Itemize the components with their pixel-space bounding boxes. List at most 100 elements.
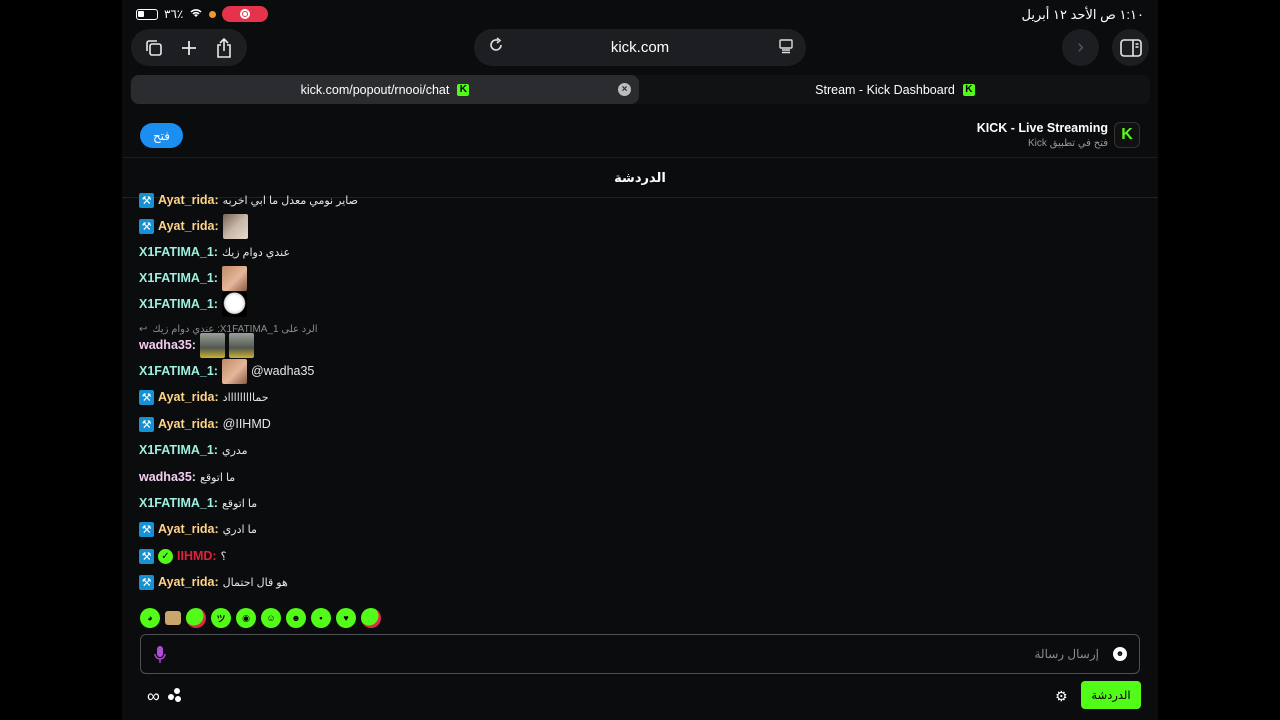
username[interactable]: wadha35: — [139, 338, 196, 352]
chat-emote — [221, 291, 247, 317]
username[interactable]: Ayat_rida: — [158, 390, 219, 404]
reader-view-icon[interactable] — [778, 38, 794, 54]
reply-indicator: الرد على X1FATIMA_1: عندي دوام زيك ↩ — [139, 324, 318, 335]
status-bar: ٣٦٪ ١:١٠ ص الأحد ١٢ أبريل — [0, 0, 1280, 28]
sidebar-icon — [1119, 38, 1142, 57]
tabs-overview-button[interactable] — [139, 33, 169, 63]
mention-text[interactable]: @IIHMD — [223, 417, 271, 431]
username[interactable]: Ayat_rida: — [158, 575, 219, 589]
settings-gear-icon[interactable]: ⚙ — [1055, 688, 1068, 705]
username[interactable]: X1FATIMA_1: — [139, 271, 218, 285]
username[interactable]: X1FATIMA_1: — [139, 297, 218, 311]
reply-arrow-icon: ↩ — [139, 324, 148, 335]
send-chat-button[interactable]: الدردشة — [1081, 681, 1141, 709]
message-text: ما اتوقع — [221, 497, 258, 510]
chat-message: ⚒ Ayat_rida: @IIHMD — [139, 412, 271, 436]
emote-icon[interactable]: ◉ — [236, 608, 256, 628]
toolbar-left-group — [131, 29, 247, 66]
chat-emote — [199, 332, 225, 358]
emote-icon[interactable]: ♥ — [336, 608, 356, 628]
moderator-badge-icon: ⚒ — [139, 416, 154, 432]
screen-recording-icon[interactable] — [222, 6, 269, 22]
chat-message: ⚒ ✓ IIHMD: ؟ — [139, 544, 226, 568]
reply-text: الرد على X1FATIMA_1: عندي دوام زيك — [152, 324, 318, 335]
kick-app-icon: K — [1114, 122, 1140, 148]
chat-emote — [228, 332, 254, 358]
url-text: kick.com — [610, 39, 670, 56]
address-bar[interactable]: kick.com — [474, 29, 806, 66]
username[interactable]: Ayat_rida: — [158, 417, 219, 431]
message-input[interactable] — [186, 643, 1099, 665]
emote-icon[interactable] — [186, 608, 206, 628]
moderator-badge-icon: ⚒ — [139, 218, 154, 234]
open-in-app-button[interactable]: فتح — [140, 123, 183, 148]
emote-icon[interactable] — [361, 608, 381, 628]
emote-icon[interactable]: ☺ — [261, 608, 281, 628]
close-tab-icon[interactable]: × — [618, 83, 631, 96]
message-text: هو قال احتمال — [222, 576, 288, 589]
message-text: مدري — [221, 444, 248, 457]
username[interactable]: Ayat_rida: — [158, 193, 219, 207]
infinity-icon[interactable]: ∞ — [147, 686, 160, 707]
quick-emote-bar: ◕ ツ ◉ ☺ ☻ • ♥ — [140, 607, 381, 629]
kick-favicon-icon: K — [962, 83, 975, 96]
username[interactable]: X1FATIMA_1: — [139, 245, 218, 259]
chat-message: ⚒ Ayat_rida: حماااااااااد — [139, 385, 269, 409]
chat-emote — [221, 358, 247, 384]
chat-messages[interactable]: ⚒ Ayat_rida: صاير نومي معدل ما ابي اخربه… — [122, 190, 1158, 600]
chevron-right-icon: › — [1077, 36, 1084, 58]
emote-icon[interactable] — [165, 611, 181, 625]
username[interactable]: wadha35: — [139, 470, 196, 484]
moderator-badge-icon: ⚒ — [139, 574, 154, 590]
username[interactable]: Ayat_rida: — [158, 219, 219, 233]
message-input-box: ☻ — [140, 634, 1140, 674]
chat-message: wadha35: ما اتوقع — [139, 465, 235, 489]
chat-message: X1FATIMA_1: — [139, 291, 247, 317]
microphone-icon[interactable] — [154, 645, 166, 664]
verified-badge-icon: ✓ — [158, 548, 173, 564]
username[interactable]: IIHMD: — [177, 549, 217, 563]
kick-favicon-icon: K — [457, 83, 470, 96]
chat-message: X1FATIMA_1: @wadha35 — [139, 358, 314, 384]
tab-kick-popout-chat[interactable]: kick.com/popout/rnooi/chat K × — [131, 75, 639, 104]
username[interactable]: X1FATIMA_1: — [139, 443, 218, 457]
chat-message: X1FATIMA_1: ما اتوقع — [139, 491, 257, 515]
chat-message: ⚒ Ayat_rida: هو قال احتمال — [139, 570, 288, 594]
username[interactable]: X1FATIMA_1: — [139, 496, 218, 510]
clipped-message: ⚒ Ayat_rida: صاير نومي معدل ما ابي اخربه — [139, 190, 358, 212]
emote-icon[interactable]: ◕ — [140, 608, 160, 628]
message-text: عندي دوام زيك — [221, 246, 291, 259]
emote-icon[interactable]: ツ — [211, 608, 231, 628]
chat-message: ⚒ Ayat_rida: ما ادري — [139, 517, 257, 541]
share-button[interactable] — [209, 33, 239, 63]
moderator-badge-icon: ⚒ — [139, 192, 154, 208]
points-icon[interactable] — [167, 687, 183, 703]
battery-level: ٣٦٪ — [164, 7, 184, 21]
emote-icon[interactable]: • — [311, 608, 331, 628]
chat-message: wadha35: — [139, 332, 254, 358]
sidebar-toggle-button[interactable] — [1112, 29, 1149, 66]
moderator-badge-icon: ⚒ — [139, 389, 154, 405]
chat-emote — [222, 213, 248, 239]
new-tab-button[interactable] — [174, 33, 204, 63]
wifi-icon — [189, 7, 203, 21]
tab-kick-dashboard[interactable]: Stream - Kick Dashboard K — [640, 75, 1150, 104]
chat-message: X1FATIMA_1: عندي دوام زيك — [139, 240, 290, 264]
battery-icon — [136, 8, 158, 20]
share-icon — [216, 37, 231, 58]
mention-text[interactable]: @wadha35 — [251, 364, 314, 378]
forward-button[interactable]: › — [1062, 29, 1099, 66]
username[interactable]: X1FATIMA_1: — [139, 364, 218, 378]
mic-indicator-icon — [209, 10, 217, 18]
right-margin — [1158, 0, 1280, 720]
left-margin — [0, 0, 122, 720]
emote-icon[interactable]: ☻ — [286, 608, 306, 628]
username[interactable]: Ayat_rida: — [158, 522, 219, 536]
tab-label: Stream - Kick Dashboard — [815, 82, 955, 97]
moderator-badge-icon: ⚒ — [139, 521, 154, 537]
moderator-badge-icon: ⚒ — [139, 548, 154, 564]
message-text: ؟ — [220, 550, 227, 563]
tabs-icon — [146, 39, 163, 56]
emoji-picker-icon[interactable]: ☻ — [1113, 647, 1127, 661]
message-text: ما اتوقع — [199, 471, 236, 484]
